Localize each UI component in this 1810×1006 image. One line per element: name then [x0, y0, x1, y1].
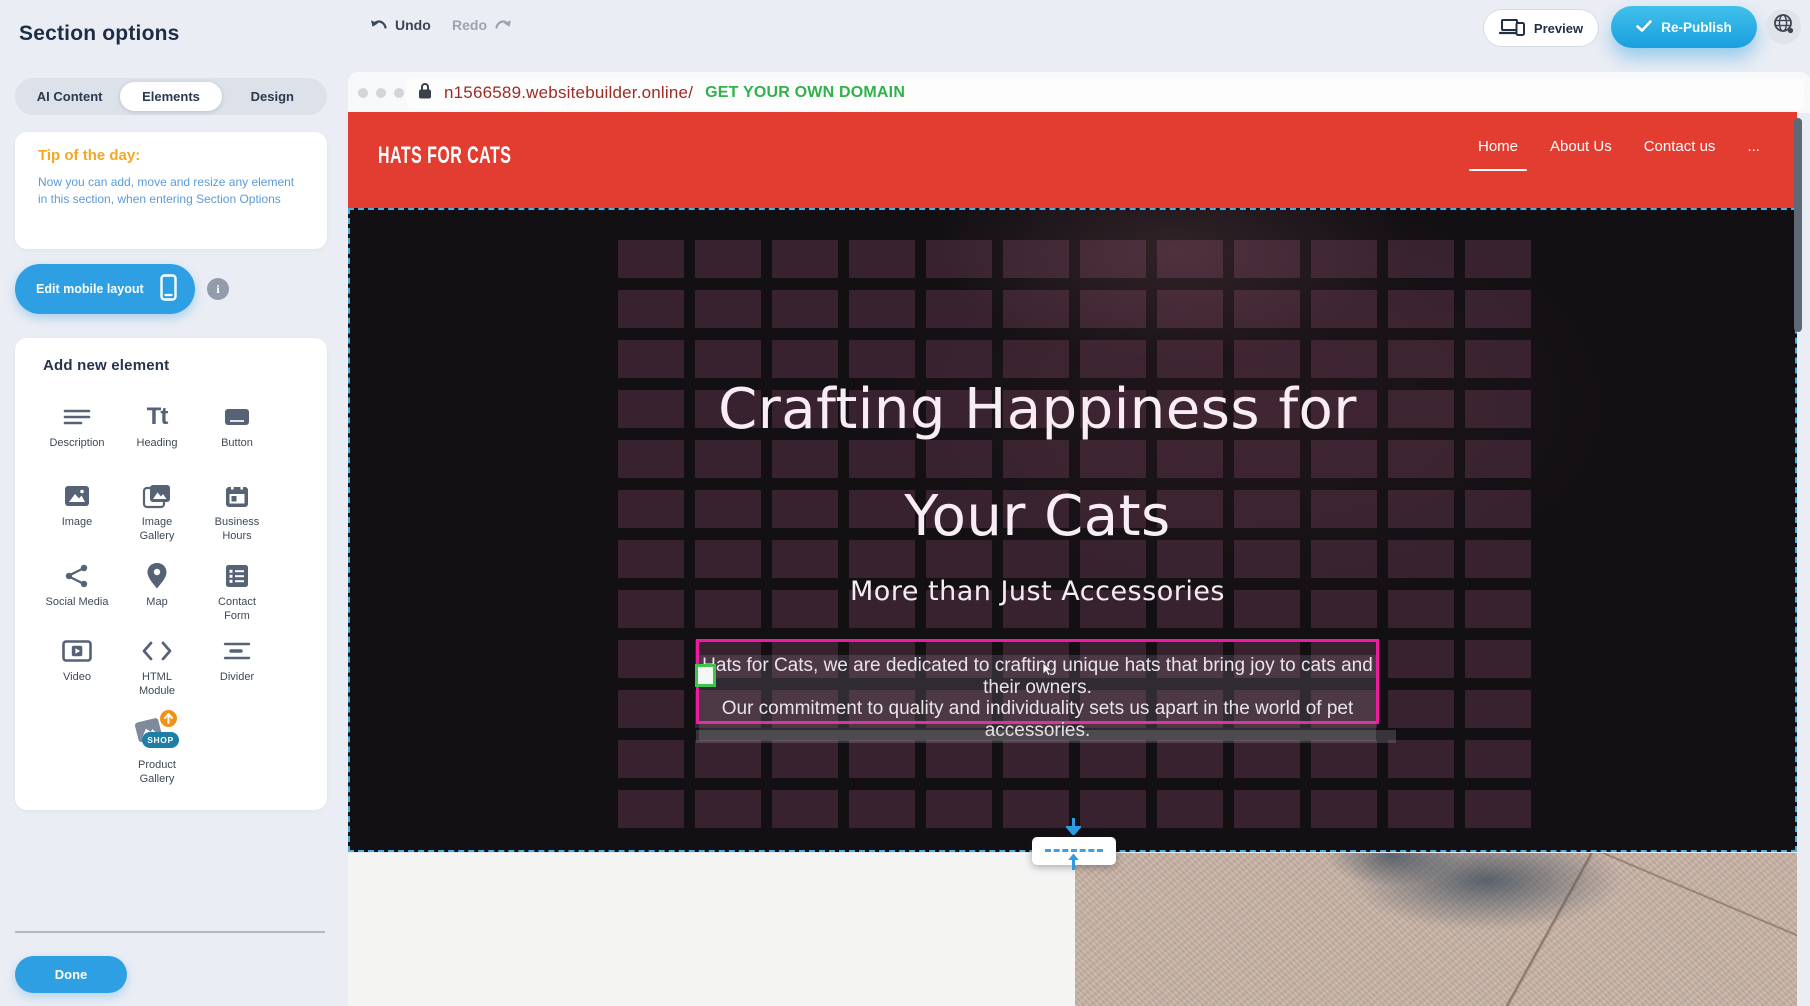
hero-heading-line2: Your Cats: [696, 463, 1379, 570]
get-domain-link[interactable]: GET YOUR OWN DOMAIN: [705, 84, 905, 102]
preview-scrollbar-thumb[interactable]: [1794, 118, 1802, 332]
element-resize-handle[interactable]: [695, 664, 716, 687]
divider-icon: [223, 634, 251, 668]
redo-icon: [494, 16, 512, 34]
element-item-map[interactable]: Map: [115, 559, 199, 610]
resize-dash-line: [1045, 849, 1103, 852]
preview-button[interactable]: Preview: [1483, 9, 1599, 47]
tab-design[interactable]: Design: [222, 82, 323, 111]
sidebar-divider: [15, 931, 325, 933]
nav-about-us[interactable]: About Us: [1550, 138, 1612, 159]
resize-arrow-up-icon: [1066, 853, 1081, 875]
sidebar-tabs: AI Content Elements Design: [15, 78, 327, 115]
site-header: HATS FOR CATS Home About Us Contact us .…: [348, 112, 1797, 208]
add-new-element-panel: Add new element Description Tt Heading B…: [15, 338, 327, 810]
undo-icon: [370, 16, 388, 34]
description-icon: [63, 400, 91, 434]
contact-form-icon: [224, 559, 250, 593]
element-item-social-media[interactable]: Social Media: [35, 559, 119, 610]
check-icon: [1636, 20, 1652, 35]
element-item-image-gallery[interactable]: Image Gallery: [115, 479, 199, 543]
info-icon[interactable]: i: [207, 278, 229, 300]
element-item-heading[interactable]: Tt Heading: [115, 400, 199, 451]
undo-label: Undo: [395, 17, 431, 33]
upgrade-arrow-badge: [160, 710, 177, 727]
phone-icon: [160, 274, 177, 304]
tip-heading: Tip of the day:: [38, 147, 140, 164]
code-icon: [142, 634, 172, 668]
element-item-html-module[interactable]: HTML Module: [115, 634, 199, 698]
app-window: Section options Undo Redo Preview Re-Pub…: [0, 0, 1810, 1006]
element-item-image[interactable]: Image: [35, 479, 119, 530]
element-item-description[interactable]: Description: [35, 400, 119, 451]
tip-body: Now you can add, move and resize any ele…: [38, 174, 298, 207]
preview-label: Preview: [1534, 21, 1583, 36]
window-dots: [358, 88, 404, 98]
element-item-button[interactable]: Button: [195, 400, 279, 451]
nav-contact-us[interactable]: Contact us: [1644, 138, 1716, 159]
image-icon: [63, 479, 91, 513]
globe-icon: [1773, 13, 1795, 40]
video-icon: [62, 634, 92, 668]
selected-text-element[interactable]: Hats for Cats, we are dedicated to craft…: [696, 639, 1379, 724]
lock-icon: [418, 82, 432, 104]
language-globe-button[interactable]: [1766, 9, 1801, 44]
nav-more-menu[interactable]: ...: [1747, 138, 1760, 159]
element-item-contact-form[interactable]: Contact Form: [195, 559, 279, 623]
business-hours-icon: [224, 479, 250, 513]
undo-button[interactable]: Undo: [370, 16, 431, 34]
social-media-icon: [64, 559, 90, 593]
done-button[interactable]: Done: [15, 956, 127, 993]
republish-button[interactable]: Re-Publish: [1611, 6, 1757, 48]
heading-icon: Tt: [147, 400, 168, 434]
site-url[interactable]: n1566589.websitebuilder.online/: [444, 83, 693, 103]
devices-icon: [1499, 18, 1525, 39]
hero-heading-line1: Crafting Happiness for: [696, 356, 1379, 463]
site-nav: Home About Us Contact us ...: [1478, 138, 1760, 159]
hero-heading[interactable]: Crafting Happiness for Your Cats: [696, 356, 1379, 570]
edit-mobile-label: Edit mobile layout: [36, 282, 144, 296]
next-section-left: [348, 853, 1075, 1006]
redo-button[interactable]: Redo: [452, 16, 512, 34]
page-title: Section options: [19, 22, 180, 46]
tab-ai-content[interactable]: AI Content: [19, 82, 120, 111]
mouse-cursor-icon: [1042, 662, 1054, 682]
redo-label: Redo: [452, 17, 487, 33]
next-section-photo: [1075, 853, 1797, 1006]
button-icon: [223, 400, 251, 434]
product-gallery-icon: SHOP: [132, 710, 182, 756]
element-ghost-bar: [696, 730, 1396, 743]
nav-home[interactable]: Home: [1478, 138, 1518, 159]
hero-subtitle[interactable]: More than Just Accessories: [696, 576, 1379, 607]
map-pin-icon: [146, 559, 168, 593]
hero-body-line1: Hats for Cats, we are dedicated to craft…: [699, 655, 1376, 698]
tab-elements[interactable]: Elements: [120, 82, 221, 111]
element-item-video[interactable]: Video: [35, 634, 119, 685]
hero-section[interactable]: Crafting Happiness for Your Cats More th…: [348, 208, 1797, 852]
browser-chrome-bar: n1566589.websitebuilder.online/ GET YOUR…: [348, 72, 1810, 113]
site-logo[interactable]: HATS FOR CATS: [378, 142, 511, 170]
element-item-business-hours[interactable]: Business Hours: [195, 479, 279, 543]
shop-badge: SHOP: [142, 732, 179, 748]
element-item-product-gallery[interactable]: SHOP Product Gallery: [115, 710, 199, 786]
republish-label: Re-Publish: [1661, 20, 1732, 35]
tip-of-the-day-card: Tip of the day: Now you can add, move an…: [15, 132, 327, 249]
edit-mobile-layout-button[interactable]: Edit mobile layout: [15, 264, 195, 314]
image-gallery-icon: [142, 479, 172, 513]
add-element-title: Add new element: [43, 357, 169, 374]
element-item-divider[interactable]: Divider: [195, 634, 279, 685]
